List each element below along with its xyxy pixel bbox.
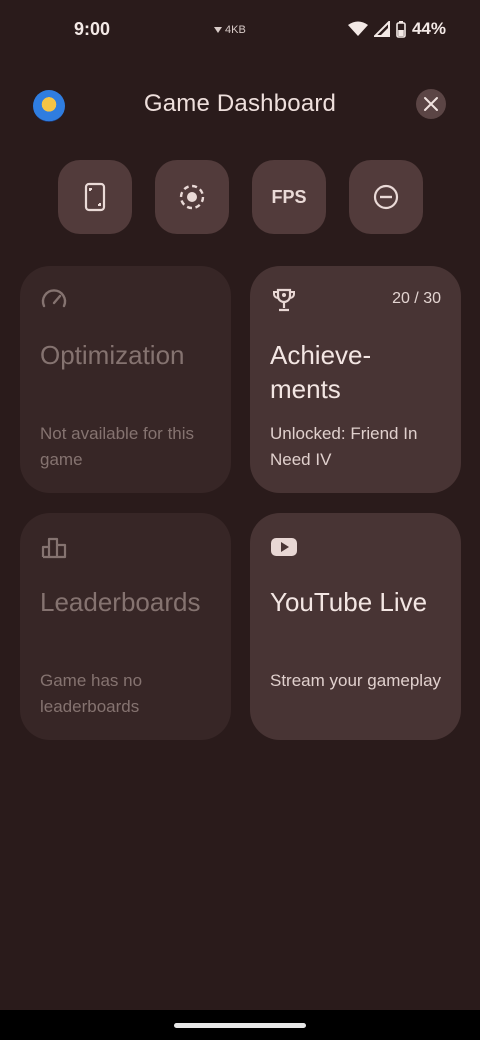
achievements-subtitle: Unlocked: Friend In Need IV <box>270 424 418 469</box>
wifi-icon <box>347 21 368 36</box>
youtube-icon <box>271 538 297 556</box>
quick-actions: FPS <box>58 160 423 234</box>
home-gesture-handle[interactable] <box>174 1023 306 1028</box>
youtube-live-subtitle: Stream your gameplay <box>270 671 442 690</box>
youtube-live-title: YouTube Live <box>270 587 428 617</box>
screenshot-button[interactable] <box>58 160 132 234</box>
network-speed-label: 4KB <box>225 24 246 36</box>
optimization-card[interactable]: Optimization Not available for this game <box>20 266 231 493</box>
leaderboard-icon <box>41 537 67 559</box>
close-button[interactable] <box>416 89 446 119</box>
youtube-live-card[interactable]: YouTube Live Stream your gameplay <box>250 513 461 740</box>
page-title: Game Dashboard <box>143 90 337 117</box>
optimization-title: Optimization <box>40 340 185 370</box>
do-not-disturb-icon <box>373 184 399 210</box>
record-button[interactable] <box>155 160 229 234</box>
optimization-subtitle: Not available for this game <box>40 424 195 469</box>
achievements-title: Achieve- ments <box>270 340 372 404</box>
leaderboards-subtitle: Game has no leaderboards <box>40 671 143 716</box>
battery-percent: 44% <box>411 19 446 38</box>
achievements-card[interactable]: 20 / 30 Achieve- ments Unlocked: Friend … <box>250 266 461 493</box>
achievements-count: 20 / 30 <box>392 290 441 307</box>
fps-button[interactable]: FPS <box>252 160 326 234</box>
status-indicators: 44% <box>347 19 446 39</box>
leaderboards-title: Leaderboards <box>40 587 201 617</box>
network-speed: 4KB <box>214 24 246 36</box>
header: Game Dashboard <box>0 78 480 132</box>
do-not-disturb-button[interactable] <box>349 160 423 234</box>
battery-icon <box>396 20 406 38</box>
status-time: 9:00 <box>74 19 111 39</box>
record-icon <box>179 184 205 210</box>
navigation-bar <box>0 1010 480 1040</box>
close-icon <box>424 97 438 111</box>
status-bar: 9:00 4KB 44% <box>0 0 480 62</box>
leaderboards-card[interactable]: Leaderboards Game has no leaderboards <box>20 513 231 740</box>
speedometer-icon <box>41 289 67 308</box>
download-arrow-icon <box>214 27 222 33</box>
screenshot-icon <box>84 182 106 212</box>
signal-icon <box>373 21 390 37</box>
trophy-icon <box>273 288 295 312</box>
